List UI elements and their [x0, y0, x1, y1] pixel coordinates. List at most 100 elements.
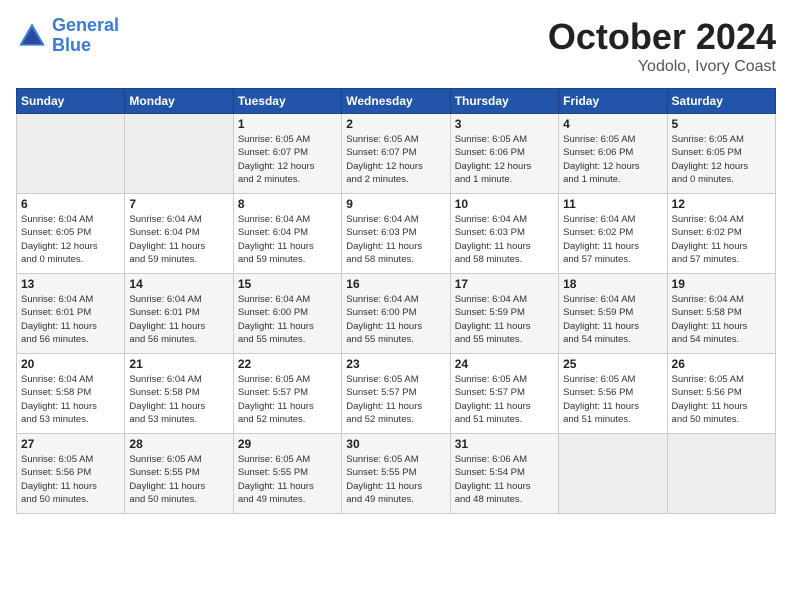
calendar-cell: 4Sunrise: 6:05 AM Sunset: 6:06 PM Daylig… — [559, 114, 667, 194]
calendar-body: 1 Sunrise: 6:05 AM Sunset: 6:07 PM Daylig… — [17, 114, 776, 514]
calendar-cell: 5 Sunrise: 6:05 AM Sunset: 6:05 PM Daylig… — [667, 114, 775, 194]
day-info: Sunrise: 6:04 AM Sunset: 6:01 PM Dayligh… — [129, 293, 228, 346]
calendar-cell: 12 Sunrise: 6:04 AM Sunset: 6:02 PM Dayli… — [667, 194, 775, 274]
day-info: Sunrise: 6:04 AM Sunset: 6:05 PM Dayligh… — [21, 213, 120, 266]
day-number: 7 — [129, 197, 228, 211]
day-info: Sunrise: 6:04 AM Sunset: 6:00 PM Dayligh… — [238, 293, 337, 346]
calendar-cell: 18Sunrise: 6:04 AM Sunset: 5:59 PM Dayli… — [559, 274, 667, 354]
day-number: 20 — [21, 357, 120, 371]
header-saturday: Saturday — [667, 89, 775, 114]
day-number: 9 — [346, 197, 445, 211]
calendar-cell: 22 Sunrise: 6:05 AM Sunset: 5:57 PM Dayli… — [233, 354, 341, 434]
calendar-cell — [559, 434, 667, 514]
day-number: 29 — [238, 437, 337, 451]
day-number: 3 — [455, 117, 554, 131]
day-number: 30 — [346, 437, 445, 451]
day-info: Sunrise: 6:05 AM Sunset: 5:57 PM Dayligh… — [346, 373, 445, 426]
day-number: 12 — [672, 197, 771, 211]
day-number: 6 — [21, 197, 120, 211]
calendar-table: SundayMondayTuesdayWednesdayThursdayFrid… — [16, 88, 776, 514]
calendar-cell: 11Sunrise: 6:04 AM Sunset: 6:02 PM Dayli… — [559, 194, 667, 274]
calendar-cell: 15 Sunrise: 6:04 AM Sunset: 6:00 PM Dayli… — [233, 274, 341, 354]
calendar-cell: 1 Sunrise: 6:05 AM Sunset: 6:07 PM Daylig… — [233, 114, 341, 194]
day-info: Sunrise: 6:04 AM Sunset: 6:03 PM Dayligh… — [346, 213, 445, 266]
calendar-cell: 17 Sunrise: 6:04 AM Sunset: 5:59 PM Dayli… — [450, 274, 558, 354]
day-info: Sunrise: 6:05 AM Sunset: 6:07 PM Dayligh… — [238, 133, 337, 186]
day-number: 5 — [672, 117, 771, 131]
logo-icon — [16, 20, 48, 52]
header-thursday: Thursday — [450, 89, 558, 114]
calendar-cell: 9 Sunrise: 6:04 AM Sunset: 6:03 PM Daylig… — [342, 194, 450, 274]
calendar-location: Yodolo, Ivory Coast — [548, 58, 776, 76]
day-info: Sunrise: 6:04 AM Sunset: 5:59 PM Dayligh… — [455, 293, 554, 346]
calendar-title: October 2024 — [548, 16, 776, 58]
header-sunday: Sunday — [17, 89, 125, 114]
calendar-cell: 30 Sunrise: 6:05 AM Sunset: 5:55 PM Dayli… — [342, 434, 450, 514]
day-info: Sunrise: 6:05 AM Sunset: 6:05 PM Dayligh… — [672, 133, 771, 186]
calendar-week-3: 13 Sunrise: 6:04 AM Sunset: 6:01 PM Dayli… — [17, 274, 776, 354]
day-info: Sunrise: 6:05 AM Sunset: 5:55 PM Dayligh… — [346, 453, 445, 506]
day-number: 13 — [21, 277, 120, 291]
header-wednesday: Wednesday — [342, 89, 450, 114]
day-info: Sunrise: 6:05 AM Sunset: 6:06 PM Dayligh… — [455, 133, 554, 186]
header-friday: Friday — [559, 89, 667, 114]
calendar-cell: 2Sunrise: 6:05 AM Sunset: 6:07 PM Daylig… — [342, 114, 450, 194]
day-number: 2 — [346, 117, 445, 131]
calendar-week-2: 6 Sunrise: 6:04 AM Sunset: 6:05 PM Daylig… — [17, 194, 776, 274]
day-info: Sunrise: 6:05 AM Sunset: 6:06 PM Dayligh… — [563, 133, 662, 186]
day-info: Sunrise: 6:04 AM Sunset: 6:01 PM Dayligh… — [21, 293, 120, 346]
calendar-cell — [125, 114, 233, 194]
day-number: 17 — [455, 277, 554, 291]
day-number: 10 — [455, 197, 554, 211]
day-number: 25 — [563, 357, 662, 371]
day-info: Sunrise: 6:05 AM Sunset: 5:57 PM Dayligh… — [238, 373, 337, 426]
day-number: 23 — [346, 357, 445, 371]
day-info: Sunrise: 6:05 AM Sunset: 5:56 PM Dayligh… — [563, 373, 662, 426]
calendar-cell: 16 Sunrise: 6:04 AM Sunset: 6:00 PM Dayli… — [342, 274, 450, 354]
calendar-cell: 13 Sunrise: 6:04 AM Sunset: 6:01 PM Dayli… — [17, 274, 125, 354]
day-number: 14 — [129, 277, 228, 291]
day-info: Sunrise: 6:04 AM Sunset: 6:04 PM Dayligh… — [238, 213, 337, 266]
logo-text: General Blue — [52, 16, 119, 56]
day-info: Sunrise: 6:04 AM Sunset: 6:03 PM Dayligh… — [455, 213, 554, 266]
calendar-cell: 23 Sunrise: 6:05 AM Sunset: 5:57 PM Dayli… — [342, 354, 450, 434]
day-info: Sunrise: 6:04 AM Sunset: 5:58 PM Dayligh… — [21, 373, 120, 426]
calendar-week-5: 27Sunrise: 6:05 AM Sunset: 5:56 PM Dayli… — [17, 434, 776, 514]
calendar-cell: 7Sunrise: 6:04 AM Sunset: 6:04 PM Daylig… — [125, 194, 233, 274]
header-row: SundayMondayTuesdayWednesdayThursdayFrid… — [17, 89, 776, 114]
calendar-week-4: 20 Sunrise: 6:04 AM Sunset: 5:58 PM Dayli… — [17, 354, 776, 434]
day-number: 15 — [238, 277, 337, 291]
day-number: 26 — [672, 357, 771, 371]
calendar-cell: 8 Sunrise: 6:04 AM Sunset: 6:04 PM Daylig… — [233, 194, 341, 274]
day-number: 1 — [238, 117, 337, 131]
day-number: 24 — [455, 357, 554, 371]
calendar-cell: 28 Sunrise: 6:05 AM Sunset: 5:55 PM Dayli… — [125, 434, 233, 514]
calendar-cell: 26 Sunrise: 6:05 AM Sunset: 5:56 PM Dayli… — [667, 354, 775, 434]
calendar-cell: 27Sunrise: 6:05 AM Sunset: 5:56 PM Dayli… — [17, 434, 125, 514]
day-info: Sunrise: 6:05 AM Sunset: 5:56 PM Dayligh… — [672, 373, 771, 426]
day-info: Sunrise: 6:04 AM Sunset: 5:58 PM Dayligh… — [672, 293, 771, 346]
calendar-header: SundayMondayTuesdayWednesdayThursdayFrid… — [17, 89, 776, 114]
day-number: 21 — [129, 357, 228, 371]
logo: General Blue — [16, 16, 119, 56]
day-info: Sunrise: 6:04 AM Sunset: 6:00 PM Dayligh… — [346, 293, 445, 346]
day-info: Sunrise: 6:05 AM Sunset: 5:55 PM Dayligh… — [238, 453, 337, 506]
calendar-cell — [667, 434, 775, 514]
title-block: October 2024 Yodolo, Ivory Coast — [548, 16, 776, 76]
calendar-cell: 21 Sunrise: 6:04 AM Sunset: 5:58 PM Dayli… — [125, 354, 233, 434]
day-info: Sunrise: 6:04 AM Sunset: 5:58 PM Dayligh… — [129, 373, 228, 426]
calendar-cell: 6 Sunrise: 6:04 AM Sunset: 6:05 PM Daylig… — [17, 194, 125, 274]
day-number: 28 — [129, 437, 228, 451]
day-number: 16 — [346, 277, 445, 291]
calendar-cell: 20 Sunrise: 6:04 AM Sunset: 5:58 PM Dayli… — [17, 354, 125, 434]
day-info: Sunrise: 6:05 AM Sunset: 5:57 PM Dayligh… — [455, 373, 554, 426]
day-number: 18 — [563, 277, 662, 291]
day-info: Sunrise: 6:05 AM Sunset: 5:55 PM Dayligh… — [129, 453, 228, 506]
calendar-cell: 31 Sunrise: 6:06 AM Sunset: 5:54 PM Dayli… — [450, 434, 558, 514]
day-number: 22 — [238, 357, 337, 371]
day-number: 8 — [238, 197, 337, 211]
day-info: Sunrise: 6:06 AM Sunset: 5:54 PM Dayligh… — [455, 453, 554, 506]
day-number: 31 — [455, 437, 554, 451]
day-number: 27 — [21, 437, 120, 451]
day-info: Sunrise: 6:04 AM Sunset: 6:02 PM Dayligh… — [672, 213, 771, 266]
